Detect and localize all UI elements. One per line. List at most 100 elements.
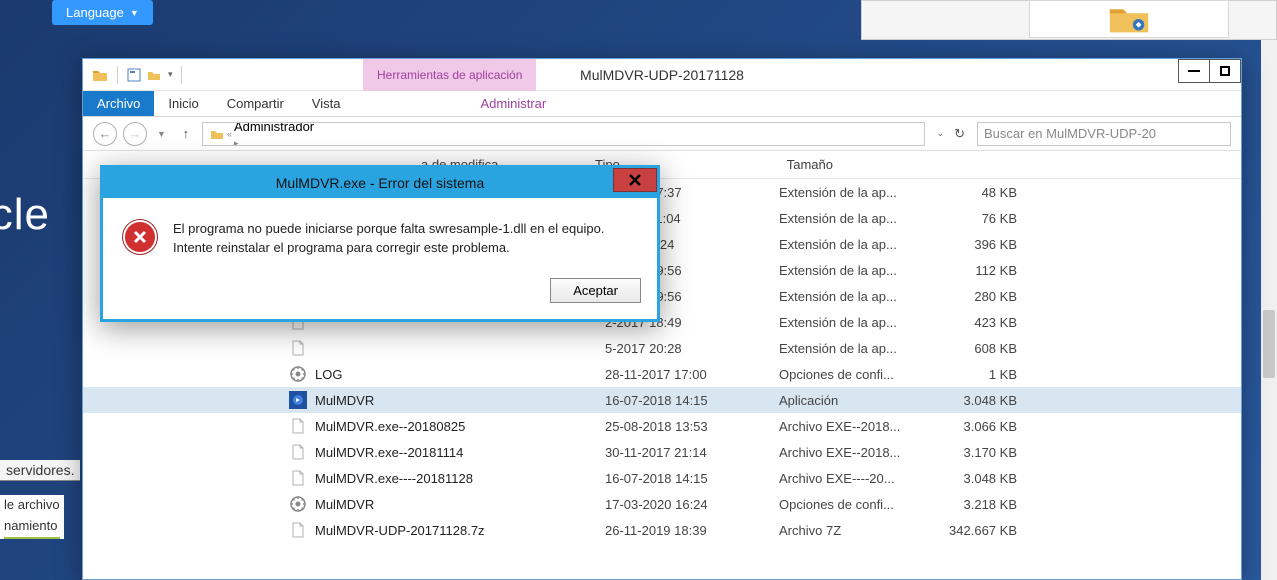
dialog-title: MulMDVR.exe - Error del sistema	[276, 175, 485, 191]
file-type: Extensión de la ap...	[779, 211, 937, 226]
file-type: Extensión de la ap...	[779, 341, 937, 356]
file-size: 76 KB	[937, 211, 1033, 226]
file-size: 1 KB	[937, 367, 1033, 382]
dialog-message: El programa no puede iniciarse porque fa…	[173, 220, 637, 258]
scrollbar-thumb[interactable]	[1263, 310, 1275, 378]
file-type: Extensión de la ap...	[779, 237, 937, 252]
separator	[117, 66, 118, 84]
file-size: 3.048 KB	[937, 471, 1033, 486]
file-size: 423 KB	[937, 315, 1033, 330]
minimize-button[interactable]	[1178, 59, 1210, 83]
table-row[interactable]: MulMDVR17-03-2020 16:24Opciones de confi…	[83, 491, 1241, 517]
table-row[interactable]: MulMDVR.exe----2018112816-07-2018 14:15A…	[83, 465, 1241, 491]
qat-newfolder-icon[interactable]	[146, 67, 162, 83]
file-date: 5-2017 20:28	[605, 341, 779, 356]
file-name: MulMDVR	[315, 393, 605, 408]
tab-view[interactable]: Vista	[298, 91, 355, 116]
qat-dropdown-icon[interactable]: ▾	[168, 69, 173, 80]
dialog-body: El programa no puede iniciarse porque fa…	[103, 198, 657, 270]
file-type: Extensión de la ap...	[779, 263, 937, 278]
close-icon	[627, 174, 643, 186]
separator	[181, 66, 182, 84]
forward-button[interactable]: →	[123, 122, 147, 146]
file-size: 3.066 KB	[937, 419, 1033, 434]
file-date: 30-11-2017 21:14	[605, 445, 779, 460]
maximize-button[interactable]	[1209, 59, 1241, 83]
breadcrumb-actions: ⌄ ↻	[931, 126, 971, 142]
back-button[interactable]: ←	[93, 122, 117, 146]
file-date: 16-07-2018 14:15	[605, 471, 779, 486]
table-row[interactable]: MulMDVR.exe--2018082525-08-2018 13:53Arc…	[83, 413, 1241, 439]
bg-textblock: le archivo namiento	[0, 495, 64, 539]
tab-file[interactable]: Archivo	[83, 91, 154, 116]
file-icon	[289, 469, 307, 487]
file-type: Archivo EXE--2018...	[779, 419, 937, 434]
dialog-buttons: Aceptar	[103, 270, 657, 319]
search-input[interactable]: Buscar en MulMDVR-UDP-20	[977, 122, 1231, 146]
file-name: MulMDVR	[315, 497, 605, 512]
file-date: 28-11-2017 17:00	[605, 367, 779, 382]
file-size: 48 KB	[937, 185, 1033, 200]
file-name: MulMDVR-UDP-20171128.7z	[315, 523, 605, 538]
file-size: 342.667 KB	[937, 523, 1033, 538]
chevron-left-icon[interactable]: «	[227, 129, 232, 139]
file-name: LOG	[315, 367, 605, 382]
file-icon	[289, 391, 307, 409]
folder-icon	[209, 126, 225, 142]
file-date: 17-03-2020 16:24	[605, 497, 779, 512]
language-button[interactable]: Language ▼	[52, 0, 153, 25]
window-title: MulMDVR-UDP-20171128	[580, 67, 744, 83]
window-buttons	[1179, 59, 1241, 83]
file-size: 396 KB	[937, 237, 1033, 252]
file-type: Archivo EXE----20...	[779, 471, 937, 486]
ok-button[interactable]: Aceptar	[550, 278, 641, 303]
file-type: Aplicación	[779, 393, 937, 408]
file-date: 25-08-2018 13:53	[605, 419, 779, 434]
file-size: 280 KB	[937, 289, 1033, 304]
table-row[interactable]: MulMDVR.exe--2018111430-11-2017 21:14Arc…	[83, 439, 1241, 465]
chevron-right-icon[interactable]: ▸	[234, 138, 239, 146]
file-icon	[289, 365, 307, 383]
qat-properties-icon[interactable]	[126, 67, 142, 83]
table-row[interactable]: 5-2017 20:28Extensión de la ap...608 KB	[83, 335, 1241, 361]
refresh-icon[interactable]: ↻	[954, 126, 965, 142]
bg-servidores: servidores.	[0, 460, 80, 481]
chevron-down-icon: ▼	[130, 8, 139, 18]
close-button[interactable]	[613, 168, 657, 192]
tab-share[interactable]: Compartir	[213, 91, 298, 116]
file-type: Archivo 7Z	[779, 523, 937, 538]
tab-home[interactable]: Inicio	[154, 91, 212, 116]
app-tools-contextual-tab[interactable]: Herramientas de aplicación	[363, 59, 536, 91]
col-size[interactable]: Tamaño	[753, 157, 849, 172]
breadcrumb-bar[interactable]: « Disco local (C:) ▸ Usuarios ▸ Administ…	[202, 122, 925, 146]
right-scrollbar[interactable]	[1261, 40, 1277, 580]
language-label: Language	[66, 5, 124, 20]
file-type: Opciones de confi...	[779, 367, 937, 382]
tab-manage[interactable]: Administrar	[466, 91, 560, 116]
file-type: Extensión de la ap...	[779, 315, 937, 330]
file-size: 608 KB	[937, 341, 1033, 356]
file-size: 3.170 KB	[937, 445, 1033, 460]
error-icon	[123, 220, 157, 254]
file-type: Opciones de confi...	[779, 497, 937, 512]
breadcrumb-item[interactable]: Administrador	[234, 122, 386, 134]
file-icon	[289, 417, 307, 435]
up-button[interactable]: ↑	[176, 126, 196, 141]
ribbon-tabs: Archivo Inicio Compartir Vista Administr…	[83, 91, 1241, 117]
file-type: Extensión de la ap...	[779, 289, 937, 304]
history-dropdown-icon[interactable]: ▼	[153, 129, 170, 139]
quick-access-toolbar: ▾	[83, 66, 194, 84]
file-type: Extensión de la ap...	[779, 185, 937, 200]
file-name: MulMDVR.exe--20180825	[315, 419, 605, 434]
table-row[interactable]: MulMDVR-UDP-20171128.7z26-11-2019 18:39A…	[83, 517, 1241, 543]
table-row[interactable]: MulMDVR16-07-2018 14:15Aplicación3.048 K…	[83, 387, 1241, 413]
nav-bar: ← → ▼ ↑ « Disco local (C:) ▸ Usuarios ▸ …	[83, 117, 1241, 151]
background-text: icle	[0, 190, 50, 240]
file-type: Archivo EXE--2018...	[779, 445, 937, 460]
error-dialog: MulMDVR.exe - Error del sistema El progr…	[100, 165, 660, 322]
folder-icon	[91, 66, 109, 84]
file-icon	[289, 521, 307, 539]
chevron-down-icon[interactable]: ⌄	[937, 128, 945, 139]
table-row[interactable]: LOG28-11-2017 17:00Opciones de confi...1…	[83, 361, 1241, 387]
file-size: 3.048 KB	[937, 393, 1033, 408]
